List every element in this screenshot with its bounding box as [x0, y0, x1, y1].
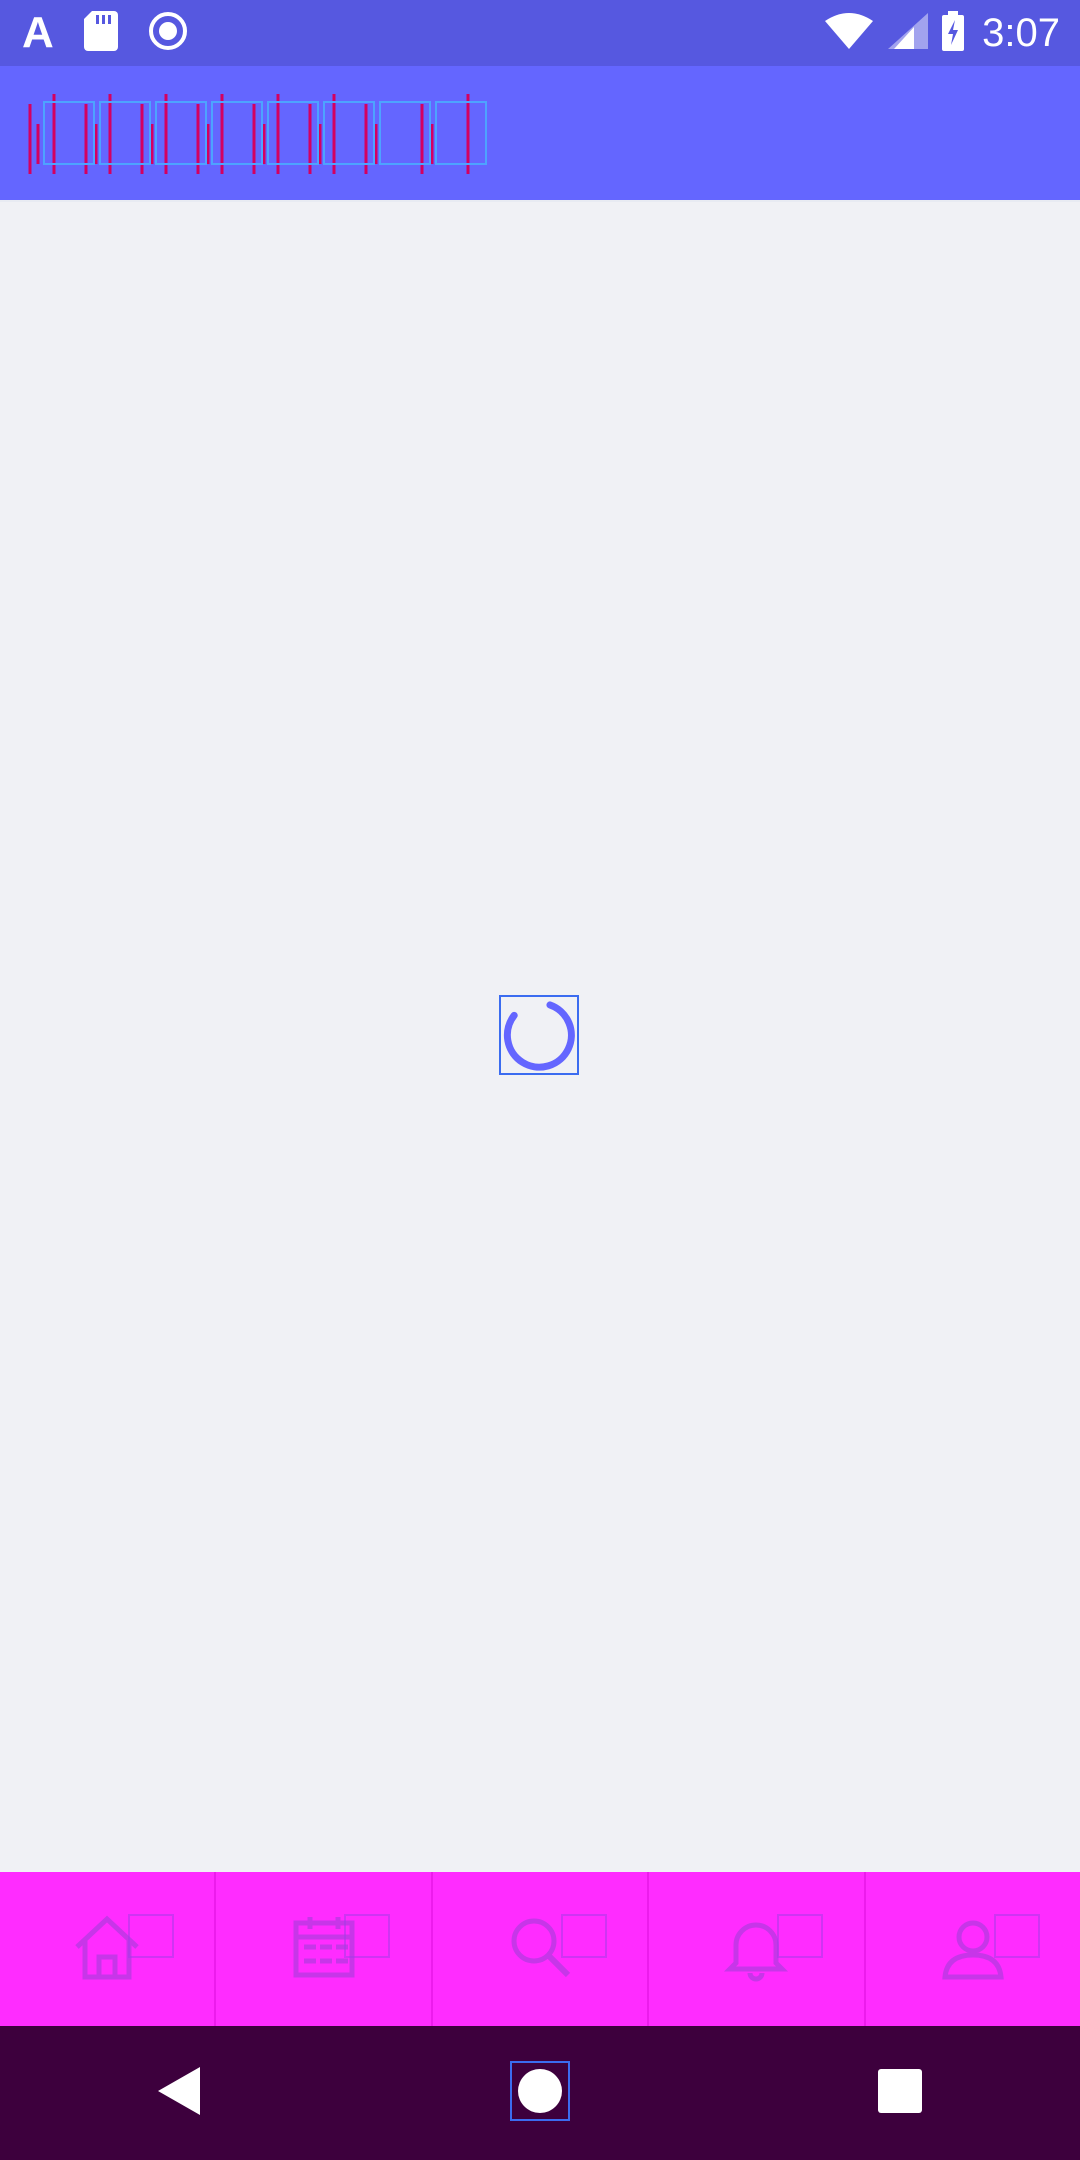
battery-charging-icon	[940, 10, 966, 56]
nav-item-profile[interactable]	[863, 1872, 1080, 2026]
app-toolbar	[0, 66, 1080, 202]
loading-spinner	[499, 995, 579, 1075]
badge-placeholder	[344, 1914, 391, 1958]
sd-card-icon	[83, 10, 118, 56]
badge-placeholder	[560, 1914, 607, 1958]
glitched-title-icon	[24, 94, 494, 174]
cell-signal-icon	[884, 11, 930, 56]
back-button[interactable]	[125, 2038, 235, 2148]
home-button[interactable]	[485, 2038, 595, 2148]
recents-button[interactable]	[845, 2038, 955, 2148]
home-circle-icon	[510, 2060, 570, 2126]
record-icon	[148, 11, 188, 56]
status-bar: A 3:07	[0, 0, 1080, 66]
back-icon	[156, 2065, 204, 2122]
badge-placeholder	[777, 1914, 824, 1958]
system-navigation-bar	[0, 2026, 1080, 2160]
nav-item-search[interactable]	[430, 1872, 647, 2026]
nav-item-home[interactable]	[0, 1872, 214, 2026]
recents-icon	[878, 2068, 922, 2118]
badge-placeholder	[993, 1914, 1040, 1958]
wifi-icon	[824, 11, 874, 56]
nav-item-calendar[interactable]	[214, 1872, 430, 2026]
nav-item-notifications[interactable]	[647, 1872, 863, 2026]
status-app-letter: A	[22, 8, 54, 57]
bottom-navigation	[0, 1872, 1080, 2026]
status-time: 3:07	[982, 11, 1060, 55]
badge-placeholder	[128, 1914, 174, 1958]
